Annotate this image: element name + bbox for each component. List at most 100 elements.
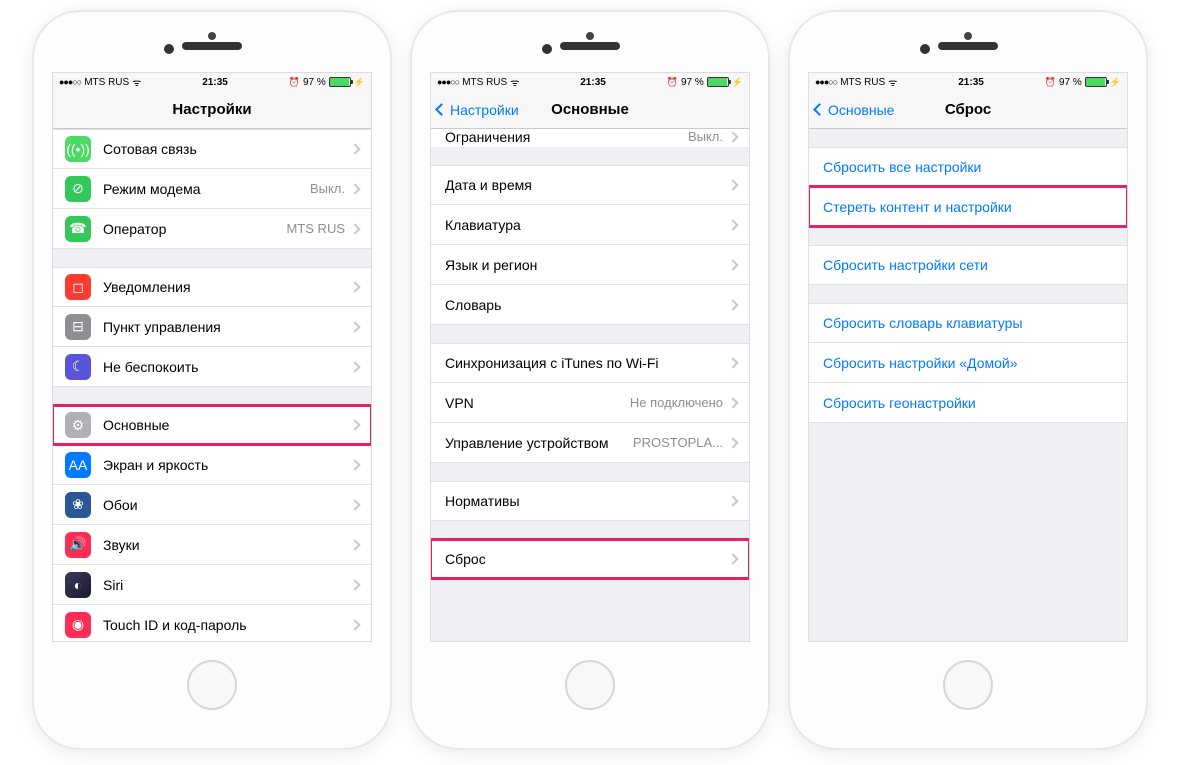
- control-center-icon: ⊟: [65, 314, 91, 340]
- settings-row[interactable]: Нормативы: [431, 481, 749, 521]
- group-regulatory: Нормативы: [431, 481, 749, 521]
- settings-row[interactable]: VPN Не подключено: [431, 383, 749, 423]
- settings-row[interactable]: ☎ Оператор MTS RUS: [53, 209, 371, 249]
- chevron-right-icon: [349, 619, 360, 630]
- chevron-right-icon: [727, 131, 738, 142]
- settings-row[interactable]: Клавиатура: [431, 205, 749, 245]
- battery-icon: [329, 77, 351, 87]
- charging-icon: ⚡: [1110, 77, 1121, 88]
- settings-row[interactable]: Сбросить настройки сети: [809, 245, 1127, 285]
- reset-list[interactable]: Сбросить все настройки Стереть контент и…: [809, 129, 1127, 641]
- carrier-label: MTS RUS: [840, 77, 885, 88]
- settings-row[interactable]: ⚙ Основные: [53, 405, 371, 445]
- wallpaper-icon: ❀: [65, 492, 91, 518]
- row-label: Touch ID и код-пароль: [103, 617, 345, 633]
- charging-icon: ⚡: [732, 77, 743, 88]
- row-value: PROSTOPLA...: [633, 435, 723, 450]
- settings-row[interactable]: Дата и время: [431, 165, 749, 205]
- sounds-icon: 🔊: [65, 532, 91, 558]
- row-label: Не беспокоить: [103, 359, 345, 375]
- wifi-icon: ᯤ: [510, 75, 519, 89]
- settings-row[interactable]: ◉ Touch ID и код-пароль: [53, 605, 371, 641]
- row-label: Стереть контент и настройки: [823, 199, 1109, 215]
- nav-bar: Основные Сброс: [809, 91, 1127, 129]
- row-label: Экран и яркость: [103, 457, 345, 473]
- camera-dot: [586, 32, 594, 40]
- settings-row[interactable]: Управление устройством PROSTOPLA...: [431, 423, 749, 463]
- settings-row[interactable]: ◻ Уведомления: [53, 267, 371, 307]
- battery-pct: 97 %: [303, 77, 326, 88]
- chevron-left-icon: [813, 103, 826, 116]
- settings-row[interactable]: Сбросить геонастройки: [809, 383, 1127, 423]
- settings-row[interactable]: 🔊 Звуки: [53, 525, 371, 565]
- row-label: Сбросить все настройки: [823, 159, 1109, 175]
- sensor-dot: [920, 44, 930, 54]
- group-notifications: ◻ Уведомления ⊟ Пункт управления ☾ Не бе…: [53, 267, 371, 387]
- row-restrictions[interactable]: Ограничения Выкл.: [431, 129, 749, 147]
- siri-icon: ◐: [65, 572, 91, 598]
- settings-row[interactable]: ☾ Не беспокоить: [53, 347, 371, 387]
- chevron-right-icon: [727, 553, 738, 564]
- chevron-right-icon: [349, 281, 360, 292]
- settings-row[interactable]: ⊘ Режим модема Выкл.: [53, 169, 371, 209]
- row-value: Не подключено: [630, 395, 723, 410]
- settings-row[interactable]: ❀ Обои: [53, 485, 371, 525]
- settings-row[interactable]: AA Экран и яркость: [53, 445, 371, 485]
- alarm-icon: ⏰: [289, 77, 300, 88]
- hotspot-icon: ⊘: [65, 176, 91, 202]
- phone-settings: ●●●○○ MTS RUS ᯤ 21:35 ⏰ 97 % ⚡ Настройки…: [32, 10, 392, 750]
- settings-row[interactable]: Сбросить все настройки: [809, 147, 1127, 187]
- settings-list[interactable]: ((•)) Сотовая связь ⊘ Режим модема Выкл.…: [53, 129, 371, 641]
- status-bar: ●●●○○ MTS RUS ᯤ 21:35 ⏰ 97 % ⚡: [53, 73, 371, 91]
- home-button[interactable]: [565, 660, 615, 710]
- row-label: Сбросить настройки «Домой»: [823, 355, 1109, 371]
- partial-row: Ограничения Выкл.: [431, 129, 749, 147]
- general-icon: ⚙: [65, 412, 91, 438]
- settings-row[interactable]: Словарь: [431, 285, 749, 325]
- row-label: Основные: [103, 417, 345, 433]
- page-title: Основные: [551, 101, 629, 118]
- battery-icon: [707, 77, 729, 87]
- row-label: Клавиатура: [445, 217, 723, 233]
- row-label: VPN: [445, 395, 630, 411]
- row-label: Режим модема: [103, 181, 310, 197]
- chevron-right-icon: [349, 499, 360, 510]
- row-label: Оператор: [103, 221, 287, 237]
- general-list[interactable]: Ограничения Выкл. Дата и время Клавиатур…: [431, 129, 749, 641]
- row-label: Звуки: [103, 537, 345, 553]
- phone-reset: ●●●○○ MTS RUS ᯤ 21:35 ⏰ 97 % ⚡ Основные …: [788, 10, 1148, 750]
- chevron-right-icon: [727, 179, 738, 190]
- row-label: Siri: [103, 577, 345, 593]
- row-label: Сбросить геонастройки: [823, 395, 1109, 411]
- row-value: Выкл.: [688, 129, 723, 144]
- home-button[interactable]: [943, 660, 993, 710]
- settings-row[interactable]: ((•)) Сотовая связь: [53, 129, 371, 169]
- row-label: Сбросить настройки сети: [823, 257, 1109, 273]
- battery-icon: [1085, 77, 1107, 87]
- settings-row[interactable]: ⊟ Пункт управления: [53, 307, 371, 347]
- settings-row[interactable]: Синхронизация с iTunes по Wi-Fi: [431, 343, 749, 383]
- settings-row[interactable]: ◐ Siri: [53, 565, 371, 605]
- home-button[interactable]: [187, 660, 237, 710]
- settings-row[interactable]: Сбросить настройки «Домой»: [809, 343, 1127, 383]
- row-label: Синхронизация с iTunes по Wi-Fi: [445, 355, 723, 371]
- back-button[interactable]: Основные: [815, 91, 894, 128]
- sensor-dot: [164, 44, 174, 54]
- clock: 21:35: [958, 77, 984, 88]
- settings-row[interactable]: Язык и регион: [431, 245, 749, 285]
- settings-row[interactable]: Стереть контент и настройки: [809, 187, 1127, 227]
- row-label: Словарь: [445, 297, 723, 313]
- carrier-label: MTS RUS: [462, 77, 507, 88]
- group-datetime: Дата и время Клавиатура Язык и регион Сл…: [431, 165, 749, 325]
- settings-row[interactable]: Сбросить словарь клавиатуры: [809, 303, 1127, 343]
- row-label: Сотовая связь: [103, 141, 345, 157]
- speaker: [182, 42, 242, 50]
- screen: ●●●○○ MTS RUS ᯤ 21:35 ⏰ 97 % ⚡ Настройки…: [430, 72, 750, 642]
- speaker: [560, 42, 620, 50]
- settings-row[interactable]: Сброс: [431, 539, 749, 579]
- wifi-icon: ᯤ: [888, 75, 897, 89]
- status-left: ●●●○○ MTS RUS ᯤ: [59, 75, 141, 89]
- nav-bar: Настройки Основные: [431, 91, 749, 129]
- back-button[interactable]: Настройки: [437, 91, 519, 128]
- row-label: Уведомления: [103, 279, 345, 295]
